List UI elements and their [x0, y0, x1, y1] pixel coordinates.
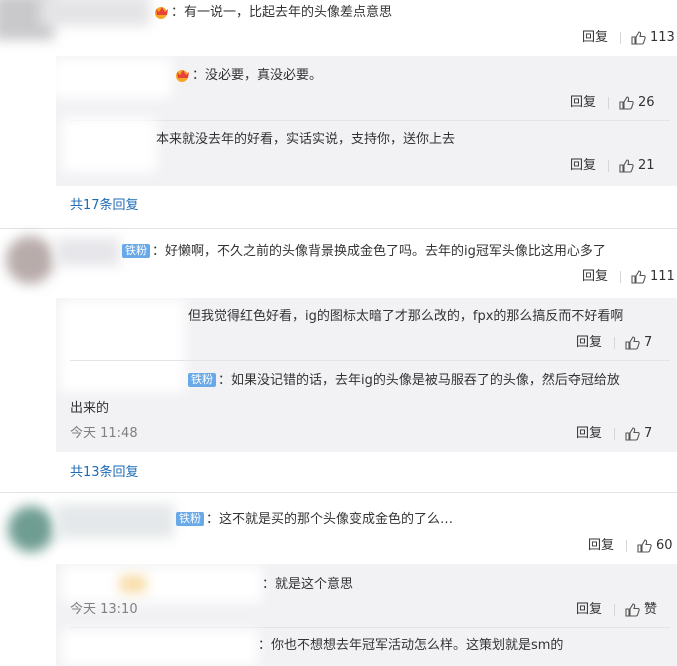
- reply-text-continued: 出来的: [70, 401, 110, 416]
- thumbs-up-icon[interactable]: [619, 158, 634, 173]
- reply-actions: 回复 26: [570, 94, 655, 112]
- like-label: 赞: [644, 602, 658, 617]
- vip-icon-blurred: [120, 576, 146, 592]
- thumbs-up-icon[interactable]: [625, 602, 640, 617]
- comment-text: ：有一说一，比起去年的头像差点意思: [154, 4, 392, 22]
- reply-button[interactable]: 回复: [570, 158, 596, 173]
- username[interactable]: [56, 504, 174, 538]
- like-count: 21: [638, 158, 655, 173]
- vip-crown-icon: [155, 7, 168, 19]
- like-count: 111: [650, 269, 675, 284]
- vip-crown-icon: [176, 70, 189, 82]
- avatar[interactable]: [6, 236, 54, 284]
- reply-text: ：你也不想想去年冠军活动怎么样。这策划就是sm的: [258, 638, 564, 653]
- reply-avatar-username[interactable]: [62, 630, 258, 666]
- like-count: 26: [638, 95, 655, 110]
- more-replies-link[interactable]: 共17条回复: [70, 197, 139, 215]
- reply-button[interactable]: 回复: [582, 30, 608, 45]
- reply-avatar-username[interactable]: [52, 58, 172, 98]
- reply-actions: 回复 赞: [576, 601, 657, 619]
- reply-text: 铁粉 ：如果没记错的话，去年ig的头像是被马服吞了的头像，然后夺冠给放: [188, 372, 620, 390]
- fan-badge: 铁粉: [122, 244, 150, 258]
- avatar[interactable]: [8, 506, 54, 552]
- reply-avatar-username[interactable]: [62, 566, 262, 602]
- comment-text: 铁粉 ：好懒啊，不久之前的头像背景换成金色了吗。去年的ig冠军头像比这用心多了: [122, 243, 606, 261]
- fan-badge: 铁粉: [176, 512, 204, 526]
- comment-actions: 回复 113: [582, 29, 675, 47]
- thumbs-up-icon[interactable]: [631, 269, 646, 284]
- reply-text: 但我觉得红色好看，ig的图标太暗了才那么改的，fpx的那么搞反而不好看啊: [188, 309, 624, 324]
- thumbs-up-icon[interactable]: [625, 335, 640, 350]
- reply-actions: 回复 21: [570, 157, 655, 175]
- comment-actions: 回复 111: [582, 268, 675, 286]
- reply-actions: 回复 7: [576, 334, 652, 352]
- thumbs-up-icon[interactable]: [631, 30, 646, 45]
- like-count: 113: [650, 30, 675, 45]
- username[interactable]: [56, 238, 120, 266]
- reply-button[interactable]: 回复: [576, 602, 602, 617]
- reply-avatar-username[interactable]: [60, 300, 185, 392]
- like-count: 7: [644, 335, 653, 350]
- timestamp: 今天 11:48: [70, 426, 138, 441]
- comment-actions: 回复 60: [588, 537, 673, 555]
- reply-text: ：就是这个意思: [262, 577, 354, 592]
- comment-text: 铁粉 ：这不就是买的那个头像变成金色的了么…: [176, 511, 453, 529]
- reply-actions: 回复 7: [576, 425, 652, 443]
- reply-button[interactable]: 回复: [576, 426, 602, 441]
- reply-button[interactable]: 回复: [576, 335, 602, 350]
- reply-button[interactable]: 回复: [582, 269, 608, 284]
- reply-text: ：没必要，真没必要。: [175, 67, 322, 85]
- thumbs-up-icon[interactable]: [619, 95, 634, 110]
- like-count: 7: [644, 426, 653, 441]
- timestamp: 今天 13:10: [70, 602, 138, 617]
- reply-text: 本来就没去年的好看，实话实说，支持你，送你上去: [156, 132, 456, 147]
- reply-avatar-username[interactable]: [62, 118, 157, 172]
- like-count: 60: [656, 538, 673, 553]
- reply-button[interactable]: 回复: [570, 95, 596, 110]
- fan-badge: 铁粉: [188, 373, 216, 387]
- thumbs-up-icon[interactable]: [637, 538, 652, 553]
- more-replies-link[interactable]: 共13条回复: [70, 464, 139, 482]
- thumbs-up-icon[interactable]: [625, 426, 640, 441]
- username[interactable]: [40, 0, 150, 26]
- reply-button[interactable]: 回复: [588, 538, 614, 553]
